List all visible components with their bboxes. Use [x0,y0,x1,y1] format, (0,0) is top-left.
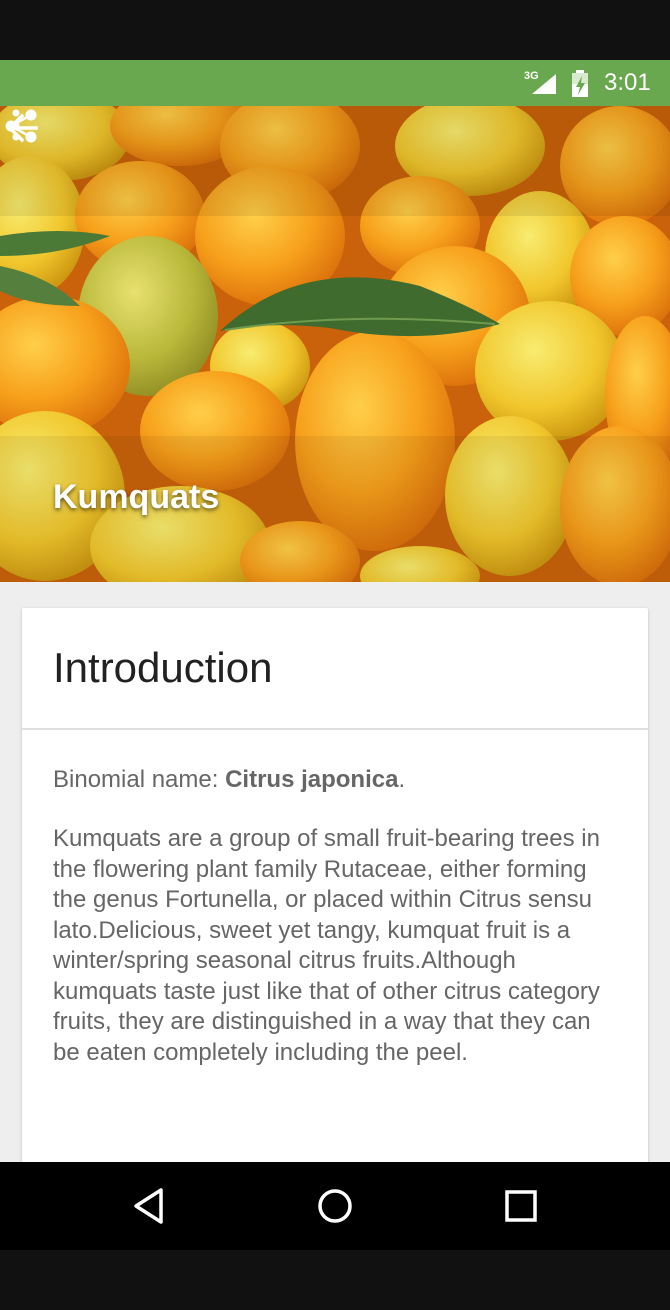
top-letterbox [0,0,670,60]
binomial-suffix: . [398,766,406,793]
status-bar: 3G 3:01 [0,60,670,106]
nav-back-icon[interactable] [128,1184,172,1228]
card-title: Introduction [53,644,273,691]
intro-card: Introduction Binomial name: Citrus japon… [22,608,648,1178]
hero-header: Kumquats [0,106,670,582]
battery-icon [572,70,588,97]
nav-recents-icon[interactable] [500,1184,544,1228]
binomial-label: Binomial name: [53,766,226,793]
card-divider [22,728,648,730]
description-text: Kumquats are a group of small fruit-bear… [53,825,600,1066]
content-area: Introduction Binomial name: Citrus japon… [0,582,670,1178]
nav-home-icon[interactable] [314,1184,358,1228]
bottom-letterbox [0,1250,670,1310]
binomial-value: Citrus japonica [225,766,399,793]
more-vert-icon[interactable] [0,106,32,150]
binomial-name: Binomial name: Citrus japonica. [53,766,405,794]
signal-icon [532,74,556,94]
clock: 3:01 [604,69,651,96]
navigation-bar [0,1162,670,1250]
page-title: Kumquats [53,478,220,516]
